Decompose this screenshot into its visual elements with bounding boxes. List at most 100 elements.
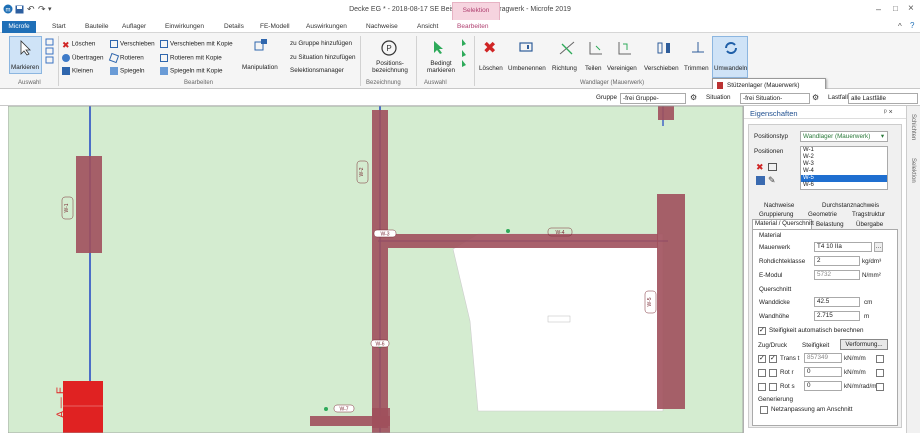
- close-button[interactable]: ×: [908, 3, 914, 14]
- list-item-selected[interactable]: W-5: [801, 175, 887, 182]
- kleinen-button[interactable]: Kleinen: [62, 67, 93, 75]
- tab-material-active[interactable]: Material / Querschnitt: [752, 219, 814, 229]
- minimize-button[interactable]: –: [876, 4, 881, 14]
- zu-gruppe-button[interactable]: zu Gruppe hinzufügen: [290, 40, 352, 47]
- tab-bauteile[interactable]: Bauteile: [85, 22, 109, 32]
- zu-situation-button[interactable]: zu Situation hinzufügen: [290, 54, 355, 61]
- rot-r-extra-checkbox[interactable]: [876, 369, 884, 377]
- list-item[interactable]: W-6: [801, 182, 887, 189]
- side-tab-selektion[interactable]: Selektion: [910, 158, 916, 183]
- wl-richtung-button[interactable]: Richtung: [550, 38, 584, 78]
- wl-teilen-button[interactable]: Teilen: [584, 38, 608, 78]
- netzanpassung-checkbox[interactable]: [760, 406, 768, 414]
- trans-input[interactable]: 857349: [804, 353, 842, 363]
- drawing-canvas[interactable]: A — E W-1 W-2 W-3 W-4 W-5 W-6 W-7: [8, 106, 743, 433]
- wall-w1: [76, 156, 102, 253]
- panel-pin-close[interactable]: ᵖ ×: [884, 109, 893, 116]
- lastfall-select[interactable]: alle Lastfälle: [848, 93, 918, 104]
- select-variant-icons[interactable]: [460, 38, 469, 68]
- opening-tag: [547, 315, 571, 323]
- loeschen-button[interactable]: ✖ Löschen: [62, 40, 95, 50]
- gruppe-settings-icon[interactable]: ⚙: [690, 93, 697, 102]
- rot-s-extra-checkbox[interactable]: [876, 383, 884, 391]
- side-tab-schichten[interactable]: Schichten: [910, 114, 916, 140]
- positionsbezeichnung-button[interactable]: P Positions-bezeichnung: [365, 38, 413, 78]
- row-checkbox-a[interactable]: ✓: [758, 355, 766, 363]
- positionen-list[interactable]: W-1 W-2 W-3 W-4 W-5 W-6: [800, 146, 888, 190]
- bedingt-markieren-button[interactable]: Bedingt markieren: [420, 38, 460, 78]
- mauerwerk-browse-button[interactable]: …: [874, 242, 883, 252]
- tab-details[interactable]: Details: [224, 22, 244, 32]
- tab-file[interactable]: Microfe: [2, 21, 36, 33]
- tab-fe-modell[interactable]: FE-Modell: [260, 22, 290, 32]
- tab-auflager[interactable]: Auflager: [122, 22, 146, 32]
- trans-extra-checkbox[interactable]: [876, 355, 884, 363]
- list-item[interactable]: W-1: [801, 147, 887, 154]
- row-checkbox-b[interactable]: [769, 383, 777, 391]
- group-label-auswahl: Auswahl: [18, 80, 41, 86]
- tab-ansicht[interactable]: Ansicht: [417, 22, 438, 32]
- help-icon[interactable]: ?: [910, 21, 914, 30]
- list-item[interactable]: W-2: [801, 154, 887, 161]
- tab-bearbeiten[interactable]: Bearbeiten: [457, 22, 488, 32]
- wl-loeschen-button[interactable]: ✖ Löschen: [478, 38, 504, 78]
- tab-uebergabe[interactable]: Übergabe: [856, 221, 883, 228]
- tab-tragstruktur[interactable]: Tragstruktur: [852, 211, 885, 218]
- verschieben-kopie-button[interactable]: Verschieben mit Kopie: [160, 40, 233, 48]
- selection-mode-icons[interactable]: [45, 38, 54, 66]
- wl-vereinigen-button[interactable]: Vereinigen: [607, 38, 643, 78]
- wl-verschieben-button[interactable]: Verschieben: [644, 38, 684, 78]
- wl-trimmen-button[interactable]: Trimmen: [684, 38, 712, 78]
- row-checkbox-b[interactable]: [769, 369, 777, 377]
- selektionsmanager-button[interactable]: Selektionsmanager: [290, 67, 344, 74]
- wl-umbenennen-button[interactable]: Umbenennen: [507, 38, 547, 78]
- situation-select[interactable]: -frei Situation-: [740, 93, 810, 104]
- tab-start[interactable]: Start: [52, 22, 66, 32]
- emodul-input[interactable]: 5732: [814, 270, 860, 280]
- dropdown-item-stuetzenlager[interactable]: Stützenlager (Mauerwerk): [727, 82, 799, 89]
- positionstyp-select[interactable]: Wandlager (Mauerwerk) ▾: [800, 131, 888, 142]
- list-item[interactable]: W-3: [801, 161, 887, 168]
- tab-nachweise-panel[interactable]: Nachweise: [764, 202, 794, 209]
- manipulation-button[interactable]: Manipulation: [240, 38, 282, 78]
- tab-auswirkungen[interactable]: Auswirkungen: [306, 22, 347, 32]
- ribbon-collapse-icon[interactable]: ^: [898, 22, 902, 31]
- row-checkbox-a[interactable]: [758, 383, 766, 391]
- delete-x-icon[interactable]: ✖: [756, 162, 764, 173]
- uebertragen-button[interactable]: Übertragen: [62, 54, 104, 62]
- rot-s-input[interactable]: 0: [804, 381, 842, 391]
- stack-icon[interactable]: [756, 176, 765, 185]
- situation-settings-icon[interactable]: ⚙: [812, 93, 819, 102]
- mauerwerk-input[interactable]: T4 10 IIa: [814, 242, 872, 252]
- rohdichte-input[interactable]: 2: [814, 256, 860, 266]
- plan-drawing[interactable]: A — E W-1 W-2 W-3 W-4 W-5 W-6 W-7: [8, 106, 743, 433]
- spiegeln-kopie-button[interactable]: Spiegeln mit Kopie: [160, 67, 223, 75]
- wandhoehe-unit: m: [864, 313, 870, 320]
- rotieren-kopie-button[interactable]: Rotieren mit Kopie: [160, 54, 222, 62]
- wandhoehe-input[interactable]: 2.715: [814, 311, 860, 321]
- row-checkbox-a[interactable]: [758, 369, 766, 377]
- rot-r-label: Rot r: [780, 369, 794, 376]
- tab-durchstanznachweis[interactable]: Durchstanznachweis: [822, 202, 879, 209]
- tab-belastung[interactable]: Belastung: [816, 221, 844, 228]
- wl-umwandeln-button[interactable]: Umwandeln: [712, 36, 748, 78]
- verschieben-button[interactable]: Verschieben: [110, 40, 155, 48]
- table-icon[interactable]: [768, 163, 777, 171]
- spiegeln-button[interactable]: Spiegeln: [110, 67, 145, 75]
- tab-einwirkungen[interactable]: Einwirkungen: [165, 22, 204, 32]
- row-checkbox-b[interactable]: ✓: [769, 355, 777, 363]
- wanddicke-input[interactable]: 42.5: [814, 297, 860, 307]
- tab-nachweise[interactable]: Nachweise: [366, 22, 398, 32]
- context-tab-label: Selektion: [462, 7, 490, 14]
- steifigkeit-auto-checkbox[interactable]: ✓: [758, 327, 766, 335]
- list-item[interactable]: W-4: [801, 168, 887, 175]
- verformung-button[interactable]: Verformung...: [840, 339, 888, 350]
- gruppe-select[interactable]: -frei Gruppe-: [620, 93, 686, 104]
- rot-r-input[interactable]: 0: [804, 367, 842, 377]
- tab-geometrie[interactable]: Geometrie: [808, 211, 837, 218]
- markieren-button[interactable]: Markieren: [9, 36, 42, 74]
- tab-gruppierung[interactable]: Gruppierung: [759, 211, 793, 218]
- maximize-button[interactable]: □: [893, 4, 898, 13]
- edit-pen-icon[interactable]: ✎: [768, 175, 776, 186]
- rotieren-button[interactable]: Rotieren: [108, 52, 144, 64]
